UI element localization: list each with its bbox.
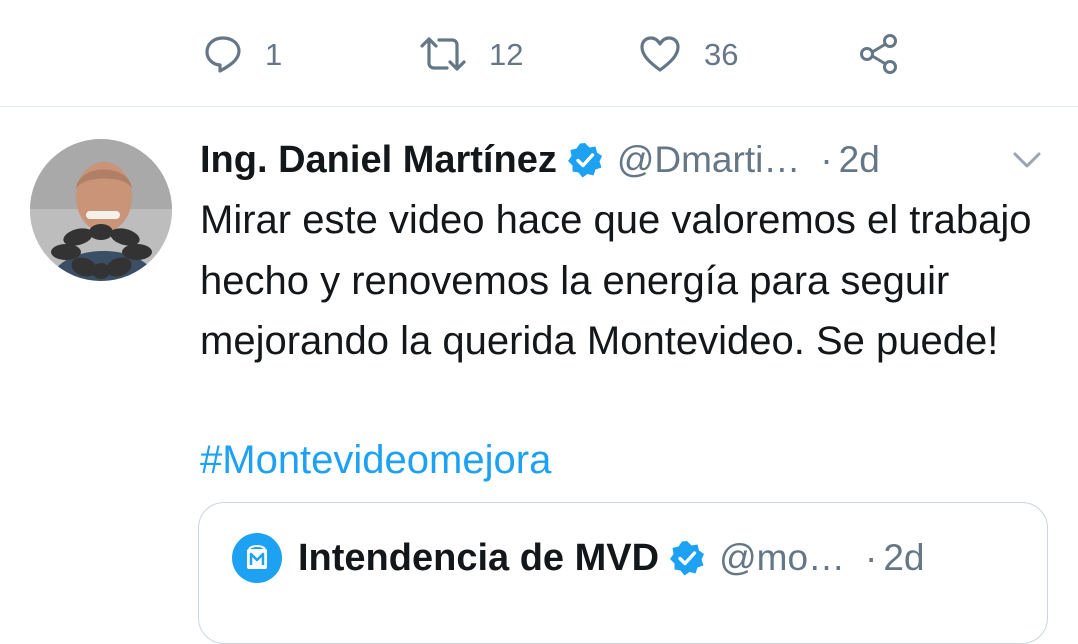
like-count: 36: [704, 36, 739, 72]
quoted-author-avatar[interactable]: [232, 533, 282, 583]
retweet-button[interactable]: 12: [419, 32, 523, 76]
quoted-tweet-header: Intendencia de MVD @mo… · 2d: [232, 530, 925, 586]
intendencia-logo-icon: [247, 545, 267, 569]
verified-badge-icon: [567, 143, 602, 178]
retweet-count: 12: [489, 36, 524, 72]
tweet-action-bar: 1 12 36: [0, 0, 1078, 106]
quoted-author-handle[interactable]: @mo…: [719, 537, 845, 579]
avatar-photo: [30, 139, 172, 281]
like-icon: [640, 36, 680, 72]
author-name[interactable]: Ing. Daniel Martínez: [200, 139, 557, 182]
avatar[interactable]: [30, 139, 172, 281]
tweet-header: Ing. Daniel Martínez @Dmarti… · 2d: [200, 132, 880, 188]
share-button[interactable]: [858, 32, 900, 76]
retweet-icon: [420, 37, 466, 71]
separator-dot: ·: [820, 139, 833, 180]
quoted-tweet-timestamp[interactable]: 2d: [883, 537, 924, 579]
reply-button[interactable]: 1: [203, 32, 282, 76]
separator-dot: ·: [865, 537, 878, 578]
reply-icon: [205, 36, 241, 73]
caret-down-icon[interactable]: [1010, 148, 1044, 172]
tweet-timestamp[interactable]: 2d: [839, 139, 880, 181]
reply-count: 1: [265, 36, 283, 72]
tweet-divider: [0, 106, 1078, 107]
share-icon: [860, 34, 897, 74]
verified-badge-icon: [670, 541, 705, 576]
hashtag-link[interactable]: #Montevideomejora: [200, 430, 551, 490]
tweet-text: Mirar este video hace que valoremos el t…: [200, 198, 1032, 363]
author-handle[interactable]: @Dmarti…: [617, 139, 801, 181]
quoted-author-name[interactable]: Intendencia de MVD: [298, 537, 659, 580]
like-button[interactable]: 36: [638, 32, 738, 76]
